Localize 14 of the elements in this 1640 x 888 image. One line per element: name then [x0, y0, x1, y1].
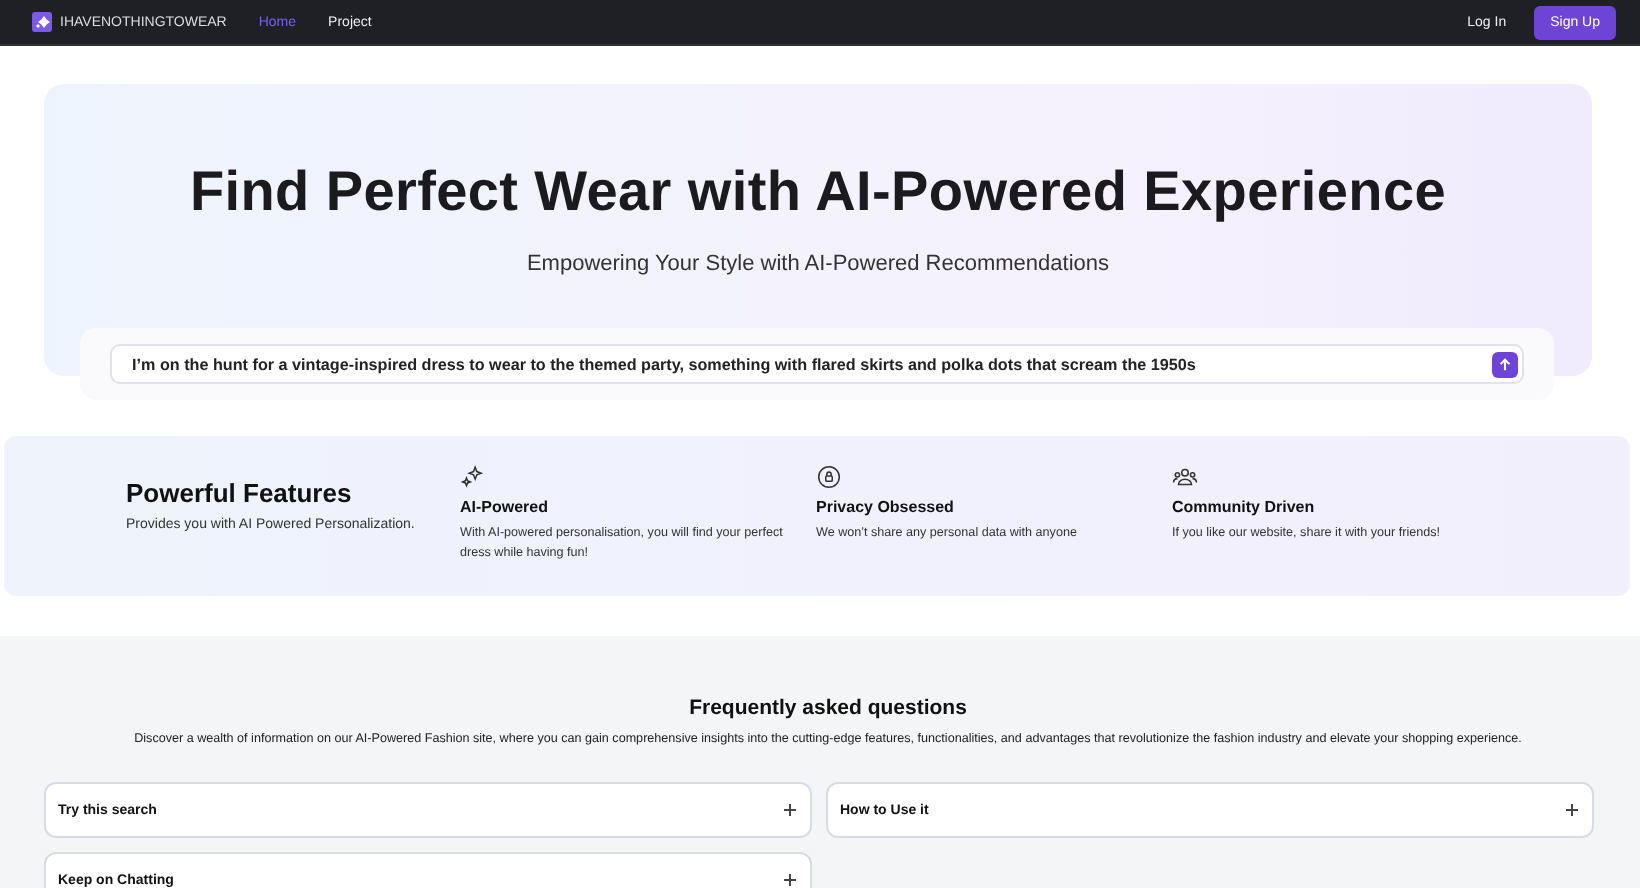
shield-lock-icon	[816, 464, 842, 490]
feature-title: Privacy Obsessed	[816, 498, 956, 516]
arrow-up-icon	[1498, 357, 1512, 371]
hero-subtitle: Empowering Your Style with AI-Powered Recommendations	[526, 252, 1110, 276]
people-icon	[1172, 464, 1198, 490]
sparkles-icon	[460, 464, 486, 490]
send-button[interactable]	[1492, 351, 1518, 377]
features-title: Powerful Features	[126, 478, 354, 508]
feature-title: AI-Powered	[460, 498, 551, 516]
faq-title: Frequently asked questions	[689, 696, 967, 720]
logo-icon[interactable]	[32, 12, 52, 32]
feature-title: Community Driven	[1172, 498, 1317, 516]
hero-title: Find Perfect Wear with AI-Powered Experience	[189, 160, 1447, 224]
search-field[interactable]: I’m on the hunt for a vintage-inspired dress to wear to the themed party, something with flared skirts and polka dots that scream the 1950s	[110, 344, 1524, 384]
